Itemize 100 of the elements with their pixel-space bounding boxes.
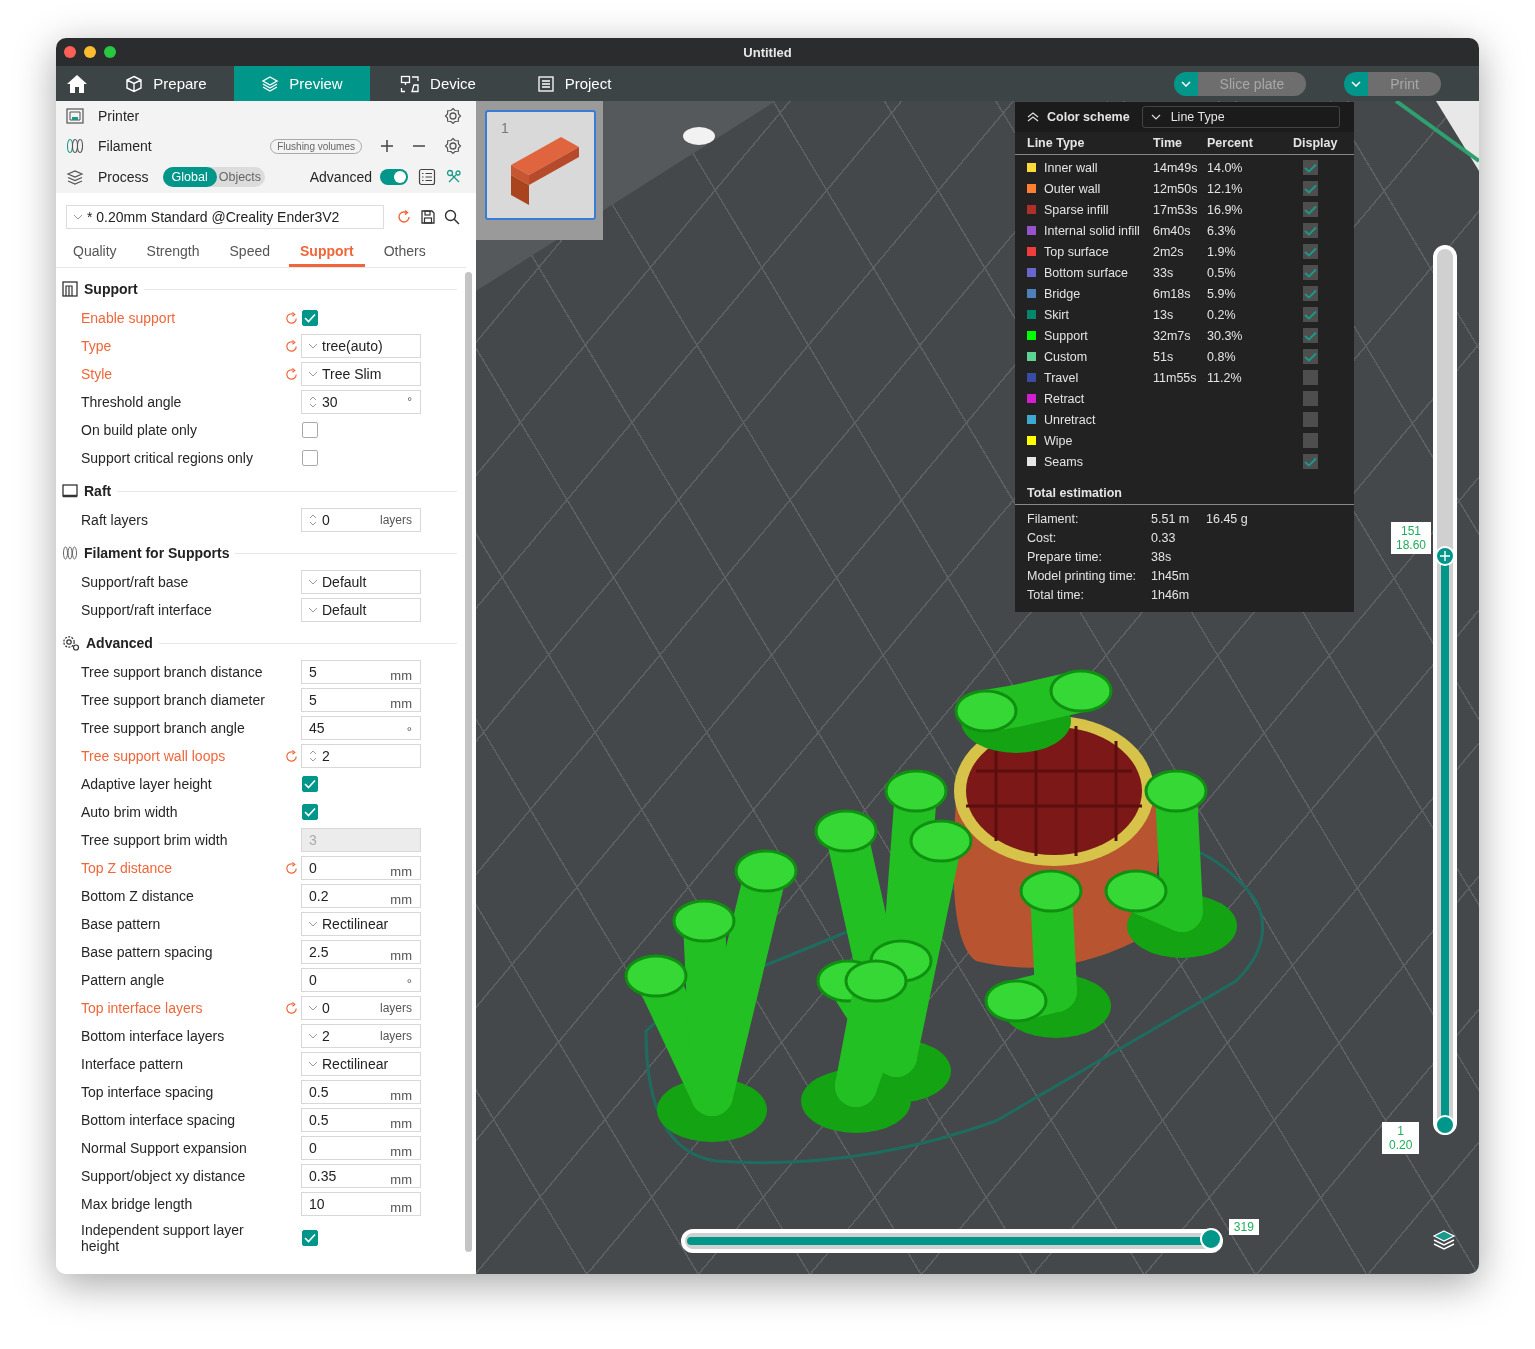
checkbox[interactable] (302, 776, 318, 792)
reset-icon[interactable] (283, 1000, 299, 1016)
close-button[interactable] (64, 46, 76, 58)
preset-dropdown[interactable]: * 0.20mm Standard @Creality Ender3V2 (66, 205, 384, 229)
checkbox[interactable] (302, 450, 318, 466)
move-handle[interactable] (1200, 1228, 1222, 1250)
input-field[interactable]: 10 mm (301, 1192, 421, 1216)
display-checkbox[interactable] (1303, 328, 1318, 343)
display-checkbox[interactable] (1303, 223, 1318, 238)
settings-icon[interactable] (444, 107, 462, 125)
dropdown[interactable]: Rectilinear (301, 1052, 421, 1076)
save-icon[interactable] (420, 209, 436, 225)
checkbox[interactable] (302, 310, 318, 326)
scrollbar[interactable] (465, 272, 472, 1252)
input-field[interactable]: 45 ° (301, 716, 421, 740)
reset-icon[interactable] (283, 748, 299, 764)
display-checkbox[interactable] (1303, 286, 1318, 301)
upper-handle[interactable] (1435, 546, 1455, 567)
line-type-name: Bridge (1044, 286, 1081, 301)
check-icon (1304, 183, 1317, 194)
display-checkbox[interactable] (1303, 265, 1318, 280)
line-type-name: Skirt (1044, 307, 1069, 322)
reset-icon[interactable] (283, 860, 299, 876)
flushing-volumes-button[interactable]: Flushing volumes (270, 138, 362, 154)
input-field[interactable]: 0 mm (301, 856, 421, 880)
display-checkbox[interactable] (1303, 391, 1318, 406)
spin-field[interactable]: 2 (301, 744, 421, 768)
spin-arrows-icon (308, 512, 318, 528)
nav-tab[interactable]: Preview (234, 66, 370, 101)
time-value: 13s (1153, 307, 1174, 322)
plus-icon[interactable] (380, 139, 394, 153)
settings-tab[interactable]: Others (372, 241, 437, 267)
dropdown[interactable]: 2 layers (301, 1024, 421, 1048)
reset-icon[interactable] (283, 338, 299, 354)
dropdown[interactable]: tree(auto) (301, 334, 421, 358)
checkbox[interactable] (302, 422, 318, 438)
collapse-icon[interactable] (1027, 112, 1039, 122)
display-checkbox[interactable] (1303, 370, 1318, 385)
line-type-name: Bottom surface (1044, 265, 1129, 280)
dropdown-caret[interactable] (1173, 72, 1198, 96)
spin-field[interactable]: 0 layers (301, 508, 421, 532)
zoom-button[interactable] (104, 46, 116, 58)
time-value: 2m2s (1153, 244, 1184, 259)
input-field[interactable]: 0.5 mm (301, 1108, 421, 1132)
settings-tab[interactable]: Strength (135, 241, 211, 267)
dropdown[interactable]: 0 layers (301, 996, 421, 1020)
display-checkbox[interactable] (1303, 181, 1318, 196)
advanced-switch[interactable] (380, 169, 408, 185)
display-checkbox[interactable] (1303, 244, 1318, 259)
display-checkbox[interactable] (1303, 433, 1318, 448)
scheme-dropdown[interactable]: Line Type (1141, 106, 1340, 128)
settings-icon[interactable] (444, 137, 462, 155)
dropdown[interactable]: Default (301, 598, 421, 622)
display-checkbox[interactable] (1303, 160, 1318, 175)
input-field[interactable]: 0 mm (301, 1136, 421, 1160)
nav-tab[interactable]: Project (506, 66, 642, 101)
display-checkbox[interactable] (1303, 349, 1318, 364)
setting-label: Base pattern (81, 916, 162, 932)
checkbox[interactable] (302, 804, 318, 820)
checkbox[interactable] (302, 1230, 318, 1246)
display-checkbox[interactable] (1303, 454, 1318, 469)
move-slider[interactable] (681, 1229, 1223, 1253)
display-checkbox[interactable] (1303, 202, 1318, 217)
check-icon (1304, 246, 1317, 257)
check-icon (1304, 456, 1317, 467)
spin-field[interactable]: 30 ° (301, 390, 421, 414)
dropdown[interactable]: Default (301, 570, 421, 594)
layers-icon[interactable] (1432, 1229, 1456, 1251)
minimize-button[interactable] (84, 46, 96, 58)
nav-tab[interactable]: Prepare (98, 66, 234, 101)
lower-handle[interactable] (1435, 1115, 1455, 1135)
mode-toggle[interactable]: Global (162, 167, 217, 187)
reset-icon[interactable] (396, 209, 412, 225)
layer-slider[interactable] (1433, 245, 1457, 1135)
nav-tab[interactable]: Device (370, 66, 506, 101)
list-icon[interactable] (418, 168, 436, 186)
input-field[interactable]: 0.2 mm (301, 884, 421, 908)
section-title: Advanced (86, 635, 153, 651)
input-field[interactable]: 5 mm (301, 660, 421, 684)
chevron-down-icon (308, 607, 318, 613)
search-icon[interactable] (444, 209, 460, 225)
3d-viewport[interactable] (476, 101, 1479, 1274)
dropdown[interactable]: Rectilinear (301, 912, 421, 936)
dropdown-caret[interactable] (1344, 72, 1369, 96)
display-checkbox[interactable] (1303, 412, 1318, 427)
input-field[interactable]: 2.5 mm (301, 940, 421, 964)
display-checkbox[interactable] (1303, 307, 1318, 322)
settings-tab[interactable]: Quality (62, 241, 128, 267)
reset-icon[interactable] (283, 366, 299, 382)
input-field[interactable]: 5 mm (301, 688, 421, 712)
input-field[interactable]: 0.5 mm (301, 1080, 421, 1104)
setting-label: Support/object xy distance (81, 1168, 247, 1184)
reset-icon[interactable] (283, 310, 299, 326)
input-field[interactable]: 0 ° (301, 968, 421, 992)
dropdown[interactable]: Tree Slim (301, 362, 421, 386)
settings-tab[interactable]: Speed (218, 241, 281, 267)
setting-label: Support/raft base (81, 574, 190, 590)
percent-value: 11.2% (1207, 370, 1242, 385)
mode-toggle[interactable]: Objects (216, 167, 266, 187)
input-field[interactable]: 0.35 mm (301, 1164, 421, 1188)
